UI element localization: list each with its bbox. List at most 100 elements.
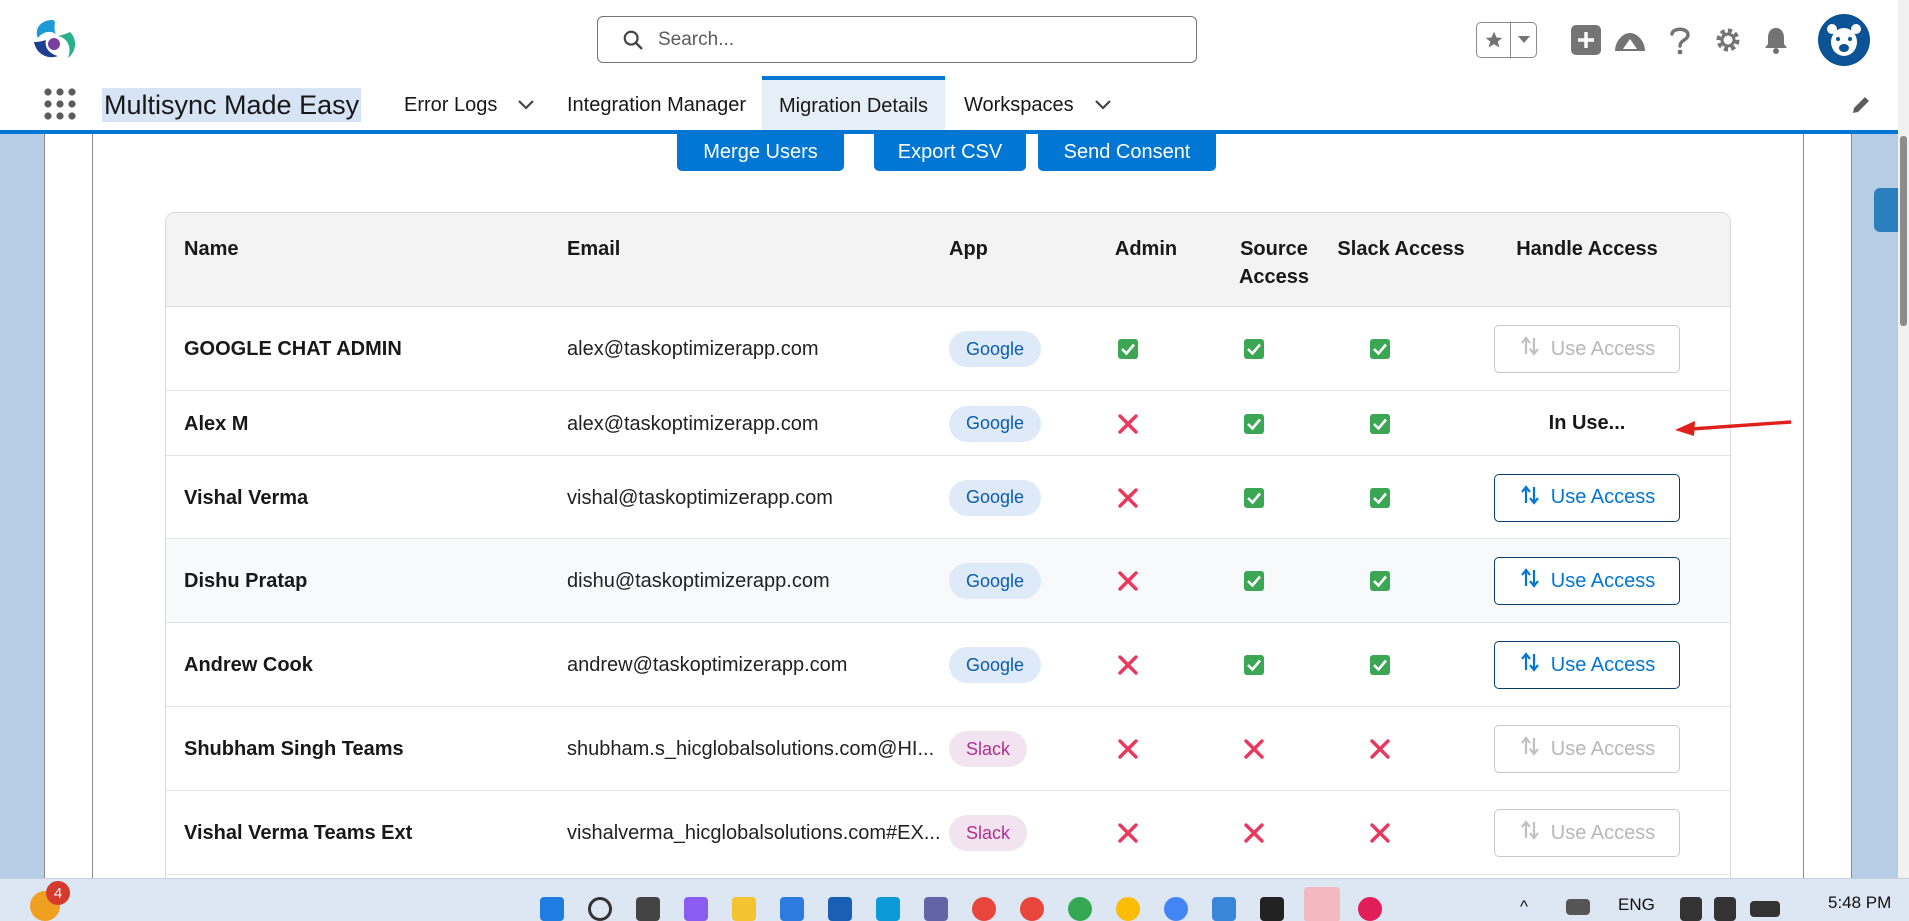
- windows-start-icon[interactable]: [540, 897, 564, 921]
- admin-cross-icon: [1114, 410, 1142, 438]
- tab-label: Migration Details: [779, 94, 928, 117]
- wifi-icon[interactable]: [1680, 897, 1702, 921]
- favorites-star-icon[interactable]: [1477, 23, 1511, 57]
- edit-nav-pencil-icon[interactable]: [1850, 94, 1872, 116]
- admin-cross-icon: [1114, 819, 1142, 847]
- table-row: Shubham Singh Teams shubham.s_hicglobalso…: [166, 707, 1730, 791]
- admin-cross-icon: [1114, 735, 1142, 763]
- file-explorer-icon[interactable]: [732, 897, 756, 921]
- swap-arrows-icon: [1519, 335, 1541, 363]
- app-logo[interactable]: [28, 16, 80, 64]
- table-row: Andrew Cook andrew@taskoptimizerapp.com Go…: [166, 623, 1730, 707]
- use-access-button[interactable]: Use Access: [1494, 809, 1680, 857]
- edge-icon[interactable]: [876, 897, 900, 921]
- help-icon[interactable]: [1662, 22, 1698, 58]
- use-access-label: Use Access: [1550, 653, 1656, 676]
- page-scrollbar[interactable]: [1898, 0, 1909, 878]
- user-name-cell: Dishu Pratap: [184, 570, 308, 592]
- swap-arrows-icon: [1519, 735, 1541, 763]
- table-row: Vishal Verma vishal@taskoptimizerapp.com G…: [166, 456, 1730, 539]
- export-csv-button[interactable]: Export CSV: [874, 134, 1026, 171]
- global-header: Multisync Made Easy Error Logs Integrati…: [0, 0, 1898, 134]
- settings-gear-icon[interactable]: [1710, 22, 1746, 58]
- task-view-icon[interactable]: [636, 897, 660, 921]
- app-badge: Slack: [949, 815, 1028, 851]
- swap-arrows-icon: [1519, 819, 1541, 847]
- use-access-button[interactable]: Use Access: [1494, 325, 1680, 373]
- add-icon[interactable]: [1568, 22, 1604, 58]
- merge-users-button[interactable]: Merge Users: [677, 134, 844, 171]
- column-header-source-access-line2: Access: [1238, 266, 1310, 288]
- migration-users-table: Name Email App Admin Source Access Slack…: [165, 212, 1731, 882]
- user-name-cell: Vishal Verma: [184, 486, 309, 509]
- app-name: Multisync Made Easy: [102, 88, 362, 122]
- table-row: Dishu Pratap dishu@taskoptimizerapp.com Go…: [166, 539, 1730, 623]
- trailhead-icon[interactable]: [1612, 22, 1648, 58]
- feather-app-icon[interactable]: [1304, 887, 1340, 921]
- user-email-cell: vishal@taskoptimizerapp.com: [567, 486, 833, 509]
- taskbar-search-icon[interactable]: [588, 897, 612, 921]
- annotation-arrow-icon: [1675, 420, 1792, 436]
- user-name-cell: Shubham Singh Teams: [184, 738, 404, 760]
- terminal-icon[interactable]: [1260, 897, 1284, 921]
- tab-integration-manager[interactable]: Integration Manager: [567, 78, 746, 132]
- favorites-dropdown-icon[interactable]: [1511, 23, 1536, 57]
- notification-count-badge: 4: [46, 881, 70, 905]
- copilot-icon[interactable]: [684, 897, 708, 921]
- chrome-icon[interactable]: [972, 897, 996, 921]
- table-header: Name Email App Admin Source Access Slack…: [166, 213, 1730, 307]
- app-badge: Google: [949, 647, 1042, 683]
- app-launcher-icon[interactable]: [42, 86, 78, 122]
- tab-migration-details[interactable]: Migration Details: [762, 76, 945, 132]
- use-access-button[interactable]: Use Access: [1494, 557, 1680, 605]
- slack-icon[interactable]: [1358, 897, 1382, 921]
- user-name-cell: Alex M: [184, 412, 249, 435]
- use-access-button[interactable]: Use Access: [1494, 473, 1680, 522]
- utility-side-tab[interactable]: [1874, 188, 1898, 232]
- user-name-cell: Andrew Cook: [184, 654, 313, 676]
- slack-access-check-icon: [1366, 484, 1394, 512]
- app-badge: Google: [949, 563, 1042, 599]
- column-header-email: Email: [567, 238, 621, 260]
- chevron-down-icon[interactable]: [517, 99, 535, 111]
- scrollbar-thumb[interactable]: [1900, 136, 1907, 326]
- tab-workspaces[interactable]: Workspaces: [964, 78, 1112, 132]
- user-email-cell: alex@taskoptimizerapp.com: [567, 412, 819, 435]
- global-search-box[interactable]: [597, 16, 1197, 63]
- store-icon[interactable]: [780, 897, 804, 921]
- swap-arrows-icon: [1519, 651, 1541, 679]
- user-email-cell: andrew@taskoptimizerapp.com: [567, 654, 848, 676]
- clock-time[interactable]: 5:48 PM: [1828, 893, 1891, 913]
- column-header-app: App: [949, 238, 988, 260]
- use-access-button[interactable]: Use Access: [1494, 725, 1680, 773]
- chrome-profile-icon[interactable]: [1164, 897, 1188, 921]
- battery-icon[interactable]: [1750, 901, 1780, 917]
- app-navigation-bar: Multisync Made Easy Error Logs Integrati…: [0, 76, 1898, 134]
- search-input[interactable]: [658, 28, 1178, 51]
- use-access-button[interactable]: Use Access: [1494, 641, 1680, 689]
- chrome-profile-icon[interactable]: [1020, 897, 1044, 921]
- slack-access-cross-icon: [1366, 819, 1394, 847]
- keyboard-icon[interactable]: [1566, 899, 1590, 915]
- column-header-handle-access: Handle Access: [1516, 238, 1658, 260]
- chrome-profile-icon[interactable]: [1068, 897, 1092, 921]
- use-access-label: Use Access: [1550, 737, 1656, 760]
- source-access-check-icon: [1240, 335, 1268, 363]
- language-indicator[interactable]: ENG: [1618, 895, 1655, 915]
- chevron-down-icon[interactable]: [1094, 99, 1112, 111]
- send-consent-button[interactable]: Send Consent: [1038, 134, 1216, 171]
- swap-arrows-icon: [1519, 567, 1541, 595]
- column-header-admin: Admin: [1114, 238, 1178, 260]
- teams-icon[interactable]: [924, 897, 948, 921]
- notification-bell-icon[interactable]: [1758, 22, 1794, 58]
- favorites-group[interactable]: [1476, 22, 1537, 58]
- notepad-icon[interactable]: [1212, 897, 1236, 921]
- chrome-profile-icon[interactable]: [1116, 897, 1140, 921]
- tab-error-logs[interactable]: Error Logs: [404, 78, 535, 132]
- volume-muted-icon[interactable]: [1714, 897, 1736, 921]
- tray-chevron-up-icon[interactable]: ^: [1520, 897, 1528, 917]
- app-icon[interactable]: [828, 897, 852, 921]
- user-email-cell: shubham.s_hicglobalsolutions.com@HI...: [567, 738, 935, 760]
- user-avatar[interactable]: [1818, 14, 1870, 66]
- tab-label: Integration Manager: [567, 93, 747, 116]
